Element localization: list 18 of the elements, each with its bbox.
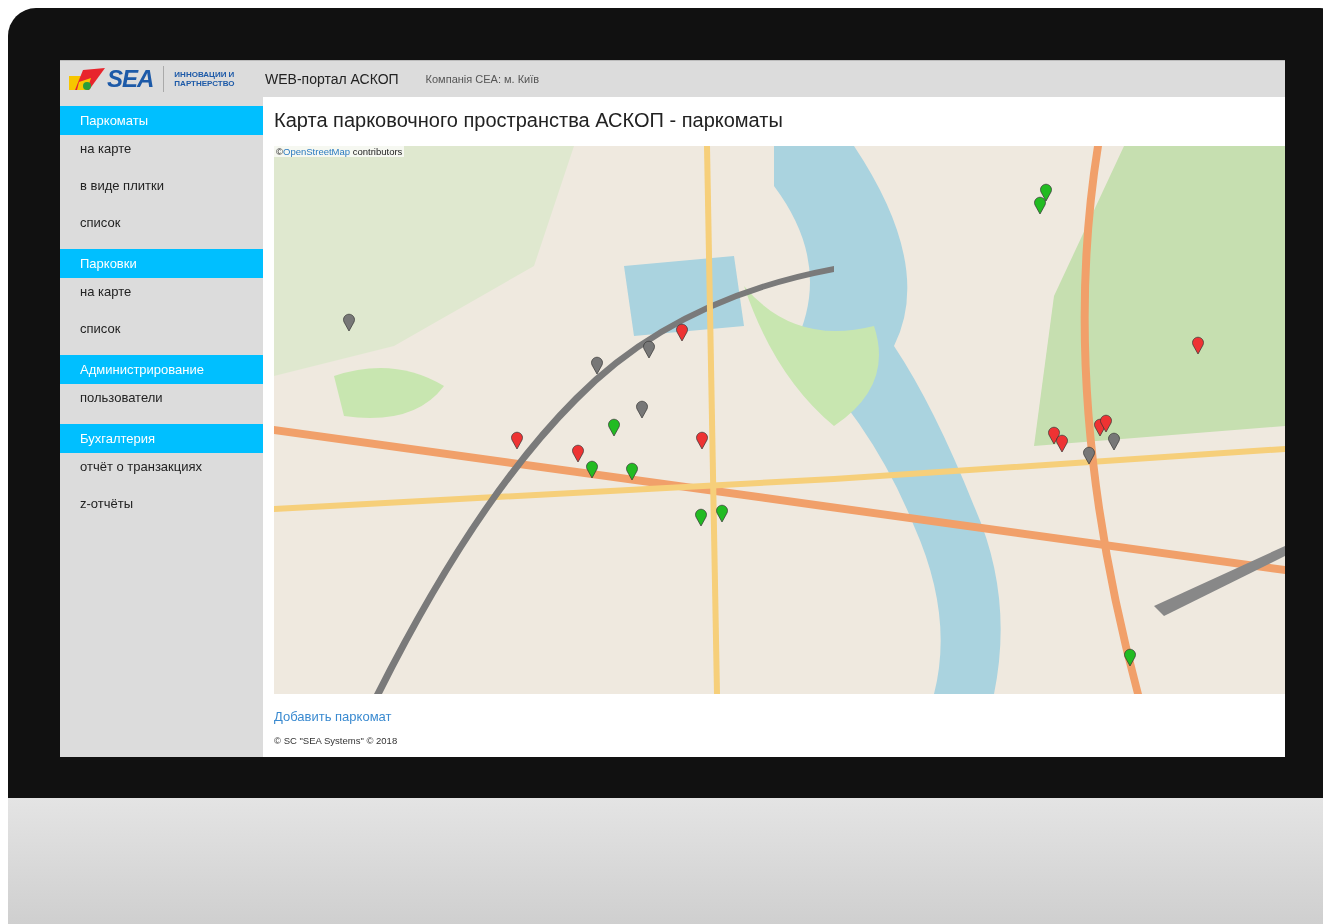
map-attribution: ©OpenStreetMap contributors bbox=[274, 146, 405, 157]
logo-tagline: ИННОВАЦИИ И ПАРТНЕРСТВО bbox=[174, 70, 235, 88]
sidebar-item[interactable]: пользователи bbox=[60, 387, 263, 424]
sidebar-item[interactable]: z-отчёты bbox=[60, 493, 263, 530]
footer-text: © SC "SEA Systems" © 2018 bbox=[274, 735, 399, 746]
sidebar-item[interactable]: список bbox=[60, 318, 263, 355]
sidebar-item[interactable]: список bbox=[60, 212, 263, 249]
sidebar-item[interactable]: в виде плитки bbox=[60, 175, 263, 212]
logo-text: SEA bbox=[107, 65, 154, 93]
add-parking-meter-link[interactable]: Добавить паркомат bbox=[274, 709, 1285, 724]
openstreetmap-link[interactable]: OpenStreetMap bbox=[283, 146, 351, 157]
company-label: Компанія СЕА: м. Київ bbox=[425, 73, 540, 85]
portal-title: WEB-портал АСКОП bbox=[265, 71, 399, 87]
sidebar-item[interactable]: отчёт о транзакциях bbox=[60, 456, 263, 493]
logo-icon bbox=[69, 68, 105, 90]
sidebar-item[interactable]: на карте bbox=[60, 138, 263, 175]
page-title: Карта парковочного пространства АСКОП - паркоматы bbox=[274, 109, 784, 133]
sidebar-item[interactable]: на карте bbox=[60, 281, 263, 318]
